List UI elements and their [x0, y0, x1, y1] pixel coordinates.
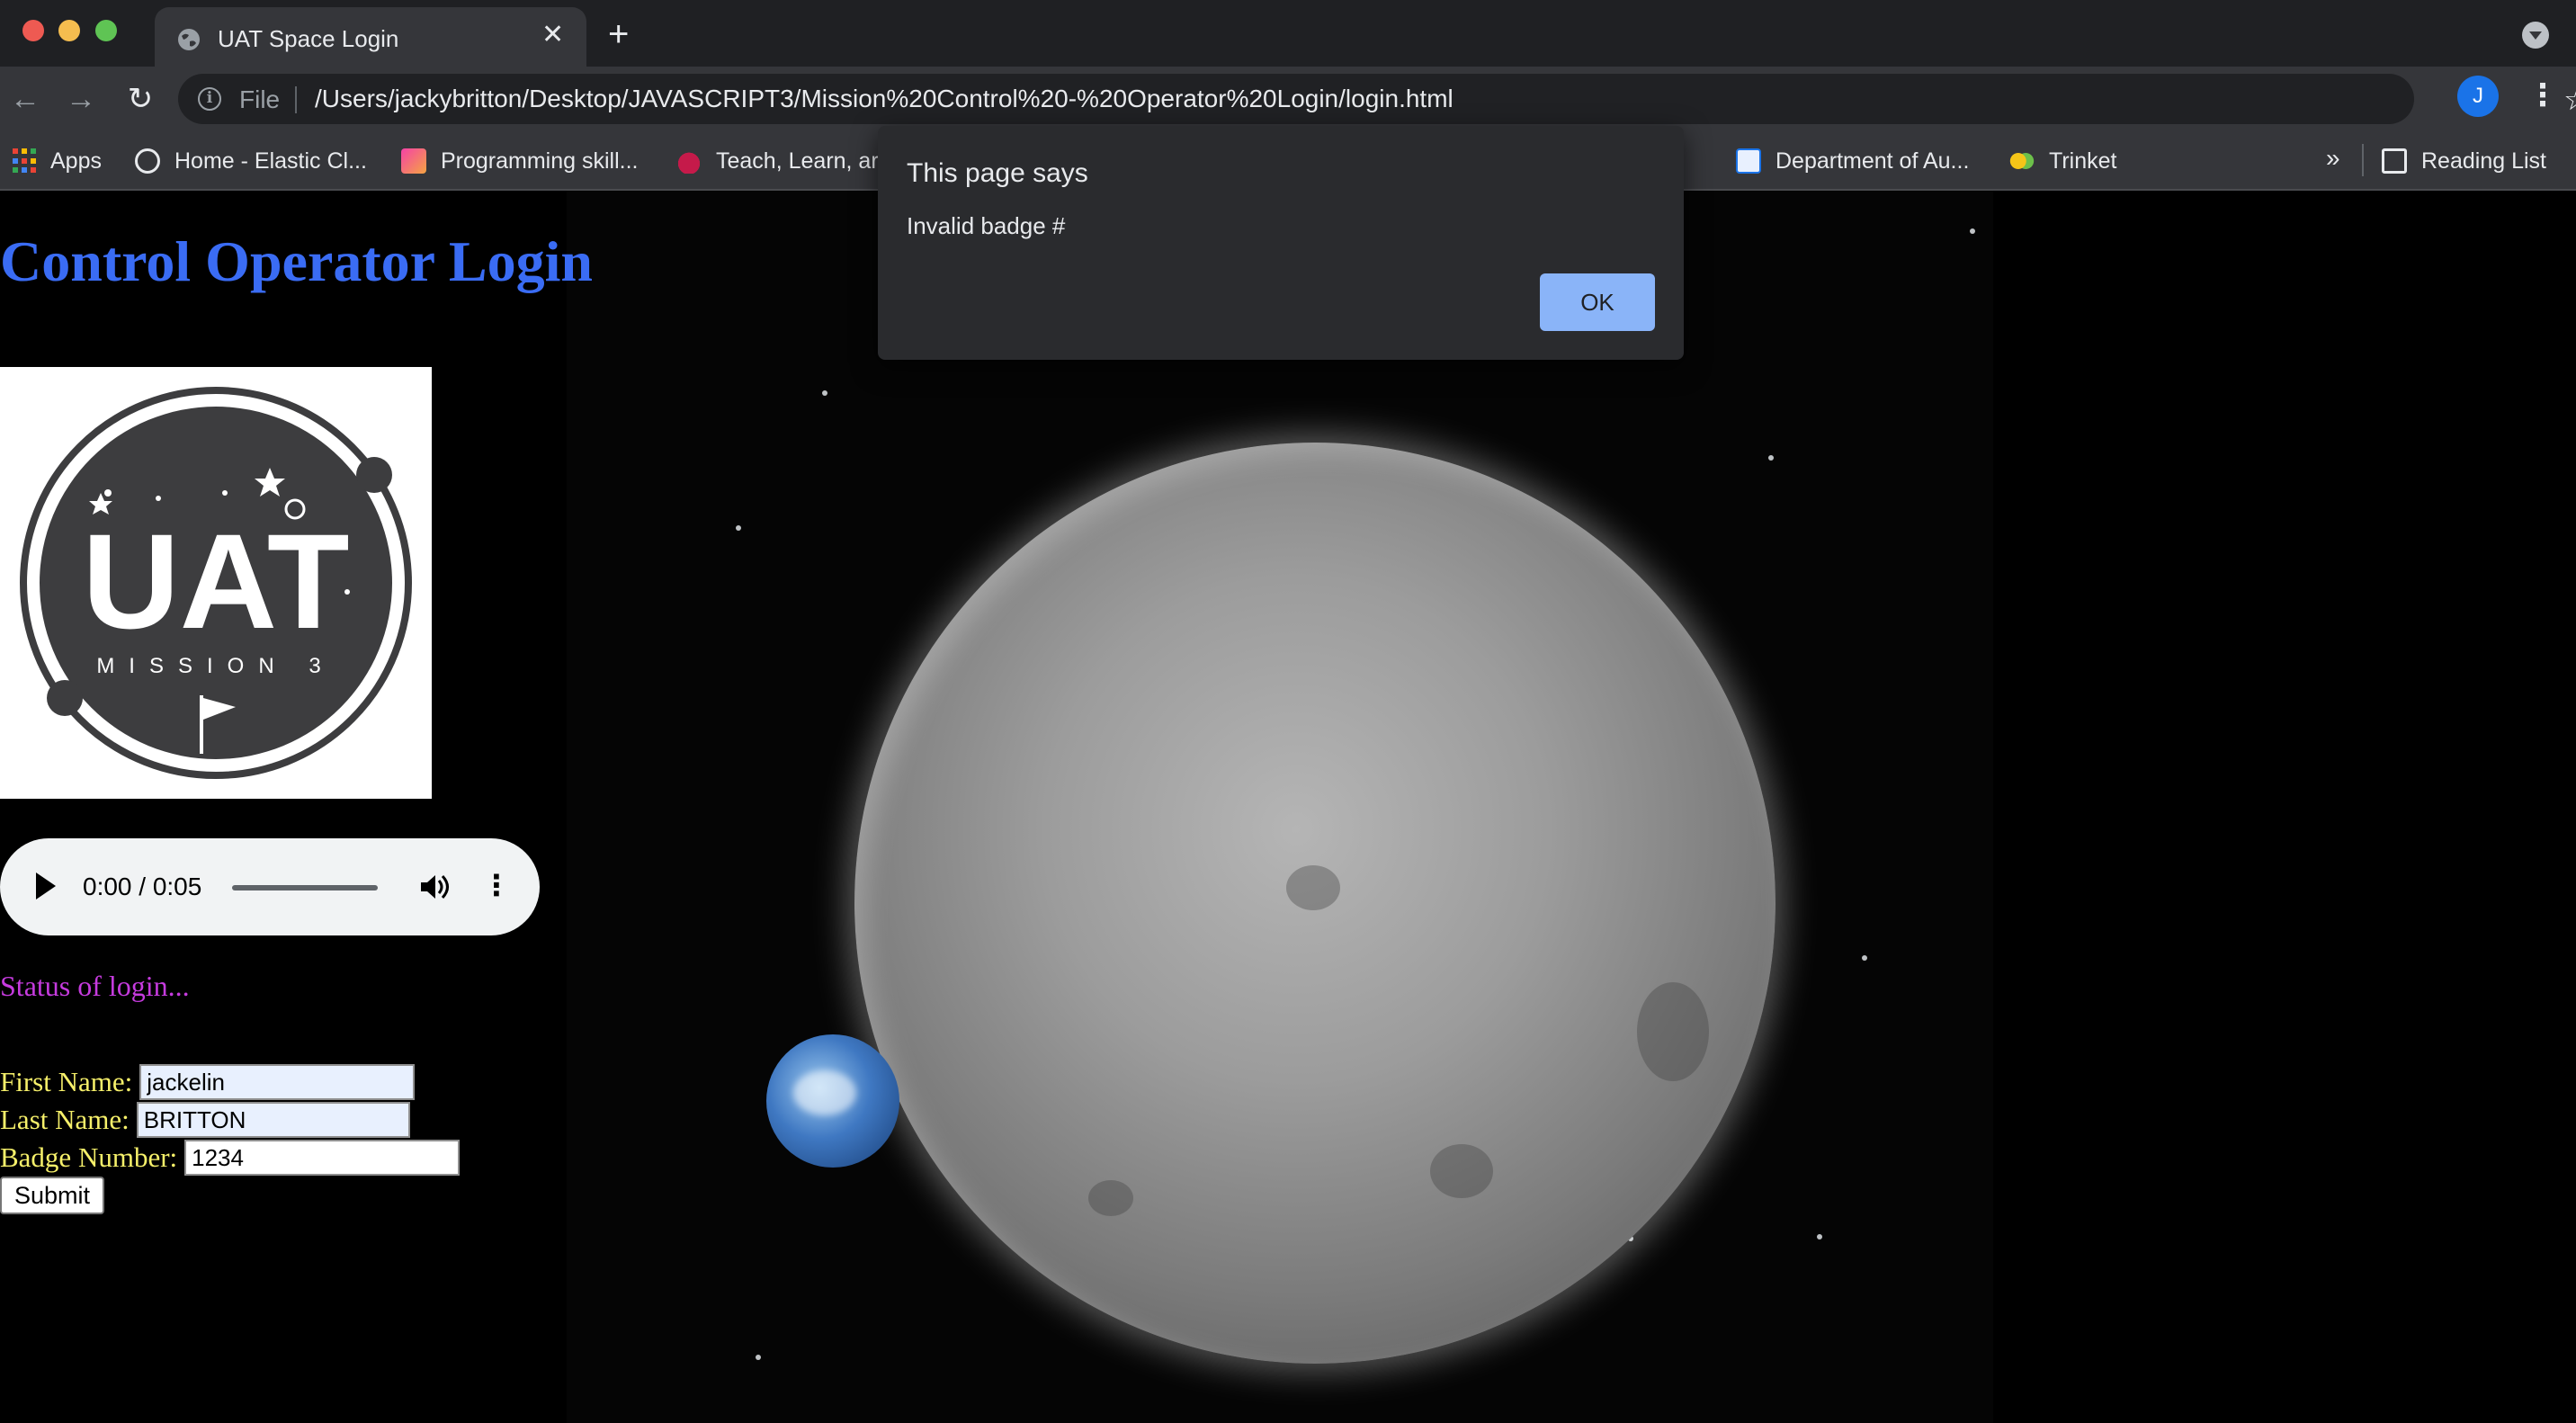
bookmarks-divider: [2362, 144, 2364, 176]
reading-list-button[interactable]: Reading List: [2382, 144, 2546, 178]
star: [756, 1355, 761, 1360]
bookmark-label: Home - Elastic Cl...: [174, 148, 367, 174]
trinket-icon: [2009, 148, 2035, 174]
back-arrow-icon[interactable]: ←: [5, 79, 45, 119]
star: [1817, 1234, 1822, 1240]
bookmark-programming[interactable]: Programming skill...: [401, 144, 639, 178]
info-icon[interactable]: i: [198, 87, 221, 111]
browser-toolbar: ← → ↻ i File /Users/jackybritton/Desktop…: [0, 67, 2576, 131]
moon: [854, 443, 1775, 1364]
browser-menu-icon[interactable]: ⋮: [2527, 77, 2558, 117]
uat-mission-logo: UAT MISSION 3: [0, 367, 432, 799]
last-name-input[interactable]: [136, 1102, 410, 1138]
first-name-input[interactable]: [139, 1064, 416, 1100]
logo-subtext: MISSION 3: [96, 654, 335, 678]
forward-arrow-icon[interactable]: →: [61, 79, 101, 119]
url-text[interactable]: /Users/jackybritton/Desktop/JAVASCRIPT3/…: [315, 85, 1453, 113]
login-status-text: Status of login...: [0, 970, 190, 1002]
star: [1970, 228, 1975, 234]
window-minimize-button[interactable]: [58, 20, 80, 41]
alert-title: This page says: [907, 158, 1088, 188]
page-content: Control Operator Login UAT MISSION 3 0:0…: [0, 191, 2576, 1423]
elastic-icon: [135, 148, 160, 174]
tab-title: UAT Space Login: [218, 25, 399, 52]
submit-button[interactable]: Submit: [0, 1177, 105, 1214]
space-background-image: [567, 191, 1993, 1423]
bookmark-label: Apps: [50, 148, 102, 174]
audio-player[interactable]: 0:00 / 0:05 ⋮: [0, 838, 540, 935]
alert-dialog: This page says Invalid badge # OK: [878, 126, 1684, 360]
star: [1768, 455, 1774, 461]
badge-number-label: Badge Number:: [0, 1141, 178, 1173]
first-name-label: First Name:: [0, 1066, 133, 1097]
first-name-row: First Name:: [0, 1063, 416, 1101]
star: [822, 390, 827, 396]
tab-strip: UAT Space Login ✕ +: [0, 0, 2576, 67]
raspberry-pi-icon: [676, 148, 702, 174]
earth: [766, 1034, 899, 1168]
bookmark-trinket[interactable]: Trinket: [2009, 144, 2116, 178]
badge-number-row: Badge Number:: [0, 1139, 461, 1177]
bookmark-star-icon[interactable]: ☆: [2563, 85, 2576, 115]
bookmark-label: Trinket: [2049, 148, 2117, 174]
profile-avatar[interactable]: J: [2457, 76, 2499, 117]
bookmark-label: Programming skill...: [441, 148, 639, 174]
browser-tab[interactable]: UAT Space Login ✕: [155, 7, 586, 67]
tab-search-button[interactable]: [2522, 22, 2549, 49]
department-icon: [1736, 148, 1761, 174]
address-bar[interactable]: i File /Users/jackybritton/Desktop/JAVAS…: [178, 74, 2576, 124]
address-separator: [295, 86, 297, 113]
crater: [1088, 1180, 1133, 1216]
programming-icon: [401, 148, 426, 174]
bookmark-department[interactable]: Department of Au...: [1736, 144, 1969, 178]
bookmark-label: Teach, Learn, ar: [716, 148, 879, 174]
play-icon[interactable]: [36, 873, 56, 899]
bookmark-elastic[interactable]: Home - Elastic Cl...: [135, 144, 367, 178]
logo-emblem: UAT MISSION 3: [20, 387, 412, 779]
tab-close-icon[interactable]: ✕: [541, 22, 564, 49]
star: [736, 525, 741, 531]
bookmark-teach-learn[interactable]: Teach, Learn, ar: [676, 144, 879, 178]
alert-message: Invalid badge #: [907, 212, 1066, 239]
apps-grid-icon: [13, 148, 36, 174]
badge-number-input[interactable]: [184, 1140, 461, 1176]
reading-list-icon: [2382, 148, 2407, 174]
bookmark-label: Department of Au...: [1775, 148, 1970, 174]
audio-progress-slider[interactable]: [232, 885, 378, 890]
logo-text: UAT: [82, 506, 349, 657]
audio-menu-icon[interactable]: ⋮: [482, 865, 511, 908]
alert-ok-button[interactable]: OK: [1540, 273, 1655, 331]
new-tab-button[interactable]: +: [608, 16, 629, 52]
crater: [1430, 1144, 1493, 1198]
crater: [1286, 865, 1340, 910]
reload-icon[interactable]: ↻: [121, 79, 160, 119]
bookmark-apps[interactable]: Apps: [13, 144, 102, 178]
url-scheme-label: File: [239, 85, 281, 113]
window-maximize-button[interactable]: [95, 20, 117, 41]
star: [1862, 955, 1867, 961]
window-close-button[interactable]: [22, 20, 44, 41]
globe-icon: [178, 29, 200, 50]
volume-icon[interactable]: [417, 871, 450, 903]
last-name-label: Last Name:: [0, 1104, 130, 1135]
reading-list-label: Reading List: [2421, 148, 2546, 174]
bookmarks-overflow-button[interactable]: »: [2326, 144, 2340, 173]
last-name-row: Last Name:: [0, 1101, 410, 1139]
page-title: Control Operator Login: [0, 229, 593, 293]
crater: [1637, 982, 1709, 1081]
audio-time: 0:00 / 0:05: [83, 873, 202, 900]
